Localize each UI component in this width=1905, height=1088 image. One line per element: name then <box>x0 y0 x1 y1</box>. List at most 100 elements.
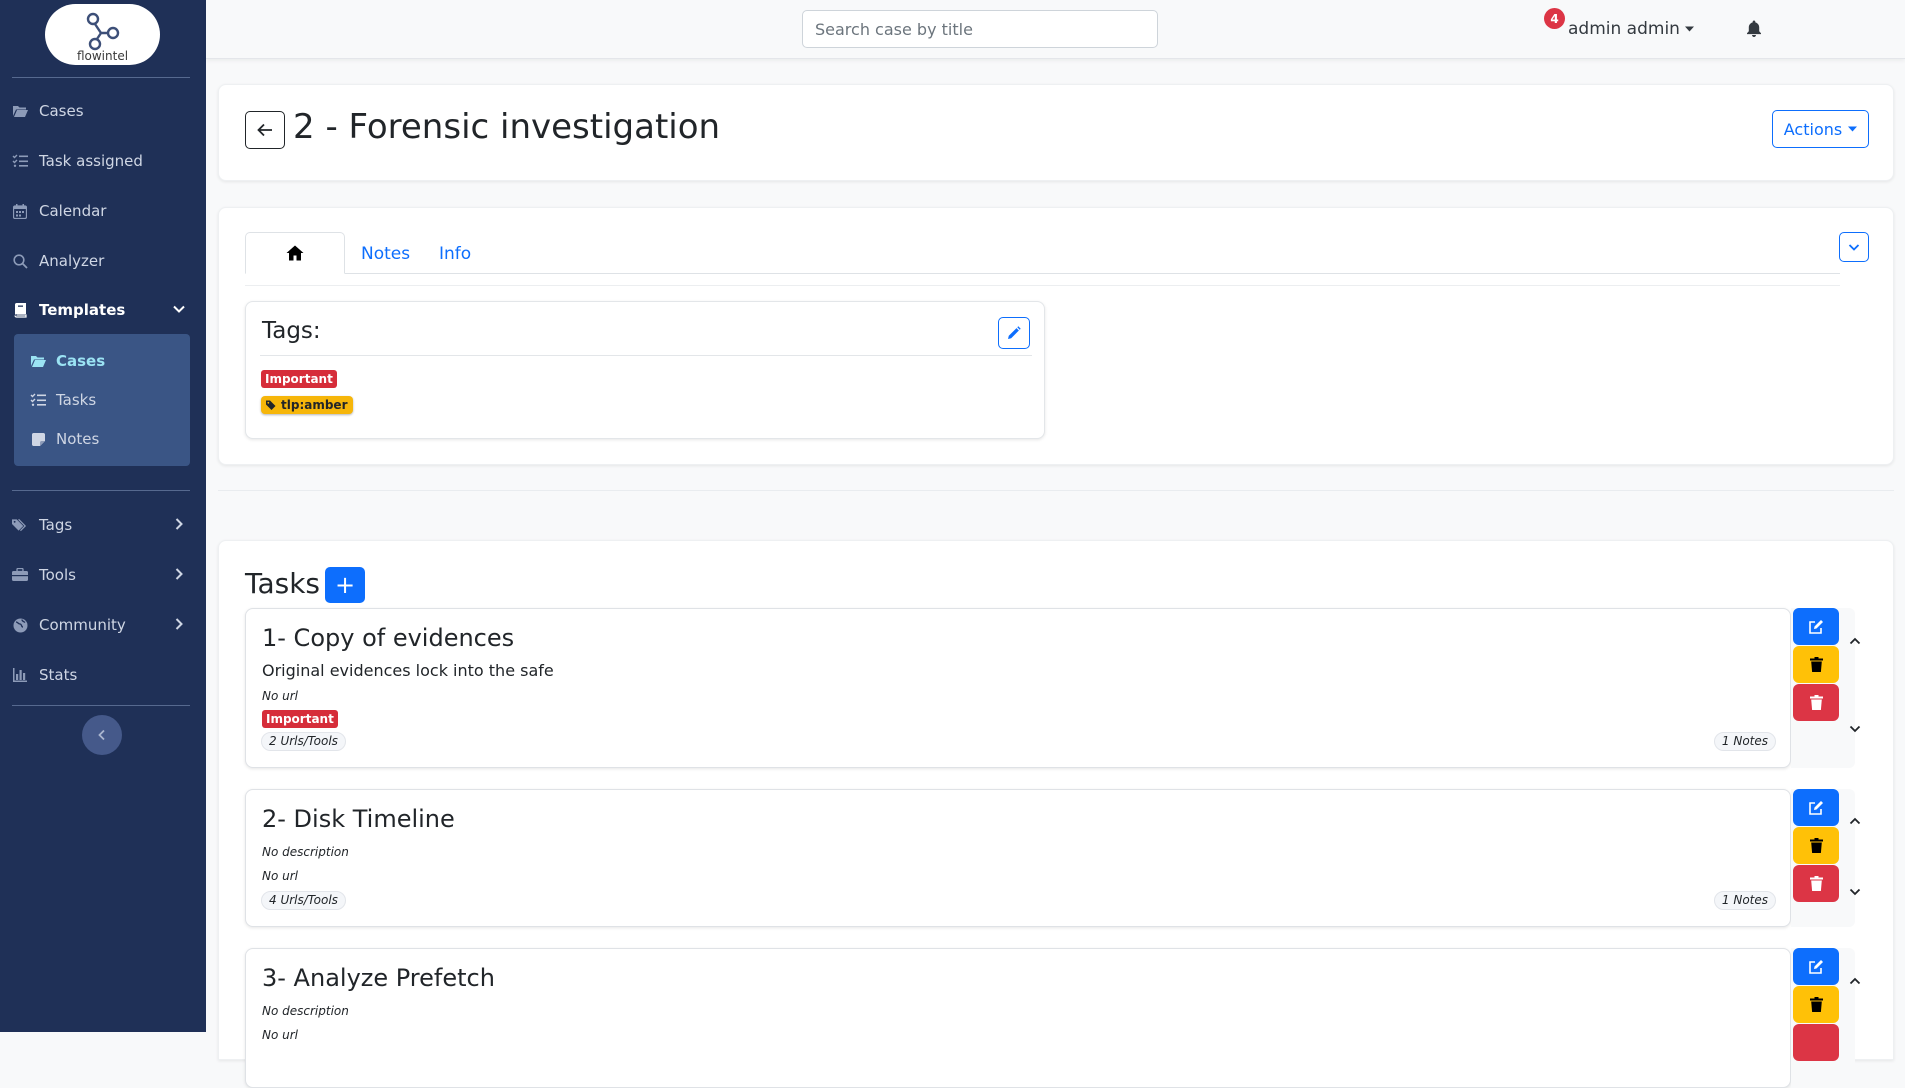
submenu-item-notes[interactable]: Notes <box>30 424 99 454</box>
edit-icon <box>1809 959 1823 974</box>
edit-tags-button[interactable] <box>998 317 1030 349</box>
complete-task-button[interactable] <box>1793 646 1839 683</box>
book-icon <box>12 302 28 318</box>
user-name: admin admin <box>1568 19 1680 39</box>
task-urls-tools: 4 Urls/Tools <box>261 891 346 910</box>
task-urls-tools: 2 Urls/Tools <box>261 732 346 751</box>
sidebar-item-templates[interactable]: Templates <box>12 292 194 328</box>
delete-task-button[interactable] <box>1793 865 1839 902</box>
task-url: No url <box>262 1028 299 1042</box>
chevron-right-icon <box>172 617 186 635</box>
sidebar-divider <box>12 77 190 78</box>
sidebar-item-tools[interactable]: Tools <box>12 557 194 593</box>
templates-submenu: Cases Tasks Notes <box>14 334 190 466</box>
sidebar-item-analyzer[interactable]: Analyzer <box>12 243 194 279</box>
delete-task-button[interactable] <box>1793 1024 1839 1061</box>
edit-task-button[interactable] <box>1793 948 1839 985</box>
trash-icon <box>1809 997 1823 1012</box>
tags-card: Tags: Important tlp:amber <box>245 301 1045 439</box>
tag-badge-tlp-amber: tlp:amber <box>261 396 353 414</box>
tag-badge-label: tlp:amber <box>281 398 348 412</box>
tab-notes[interactable]: Notes <box>361 244 410 264</box>
globe-icon <box>12 617 28 633</box>
sidebar-item-cases[interactable]: Cases <box>12 93 194 129</box>
tasks-title: Tasks <box>245 567 321 600</box>
bell-icon[interactable] <box>1746 20 1762 37</box>
move-task-down-button[interactable] <box>1845 882 1865 902</box>
tabs-border <box>245 273 1840 274</box>
tags-divider <box>260 355 1032 356</box>
submenu-item-label: Cases <box>56 352 106 370</box>
task-card[interactable]: 3- Analyze Prefetch No description No ur… <box>245 948 1791 1088</box>
task-title: 3- Analyze Prefetch <box>262 964 495 992</box>
sidebar-item-calendar[interactable]: Calendar <box>12 193 194 229</box>
user-menu[interactable]: admin admin <box>1568 19 1694 39</box>
add-task-button[interactable]: + <box>325 567 365 603</box>
move-task-up-button[interactable] <box>1845 631 1865 651</box>
task-description: No description <box>262 1004 349 1018</box>
sidebar-divider <box>12 705 190 706</box>
actions-dropdown-button[interactable]: Actions <box>1772 110 1869 148</box>
task-title: 1- Copy of evidences <box>262 624 515 652</box>
submenu-item-cases[interactable]: Cases <box>30 346 105 376</box>
trash-icon <box>1809 876 1823 891</box>
sidebar-item-label: Templates <box>39 301 126 319</box>
sidebar-item-label: Task assigned <box>39 152 143 170</box>
tags-title: Tags: <box>262 318 321 344</box>
logo[interactable]: flowintel <box>45 4 160 65</box>
sidebar-item-label: Calendar <box>39 202 107 220</box>
task-card[interactable]: 2- Disk Timeline No description No url 4… <box>245 789 1791 927</box>
sidebar-item-task-assigned[interactable]: Task assigned <box>12 143 194 179</box>
tab-home[interactable] <box>245 232 345 274</box>
folder-open-icon <box>12 103 28 119</box>
chevron-down-icon <box>1848 244 1860 251</box>
edit-task-button[interactable] <box>1793 789 1839 826</box>
list-check-icon <box>12 153 28 169</box>
move-task-down-button[interactable] <box>1845 719 1865 739</box>
tag-icon <box>266 400 276 410</box>
trash-icon <box>1809 695 1823 710</box>
task-notes-count: 1 Notes <box>1713 732 1776 751</box>
back-button[interactable] <box>245 111 285 149</box>
case-header-card: 2 - Forensic investigation Actions <box>218 84 1894 181</box>
home-icon <box>286 245 304 261</box>
case-info-card: Notes Info Tags: Important tlp:amber <box>218 207 1894 465</box>
sidebar-divider <box>12 490 190 491</box>
chevron-down-icon <box>1849 888 1861 896</box>
chevron-up-icon <box>1849 817 1861 825</box>
task-url: No url <box>262 689 299 703</box>
tab-info[interactable]: Info <box>439 244 471 264</box>
complete-task-button[interactable] <box>1793 986 1839 1023</box>
chevron-left-icon <box>98 729 105 741</box>
edit-task-button[interactable] <box>1793 608 1839 645</box>
task-card[interactable]: 1- Copy of evidences Original evidences … <box>245 608 1791 768</box>
sidebar-item-stats[interactable]: Stats <box>12 657 194 693</box>
task-title: 2- Disk Timeline <box>262 805 455 833</box>
task-tag-badge: Important <box>262 710 338 728</box>
sidebar-collapse-button[interactable] <box>82 715 122 755</box>
trash-icon <box>1809 657 1823 672</box>
search-input[interactable] <box>802 10 1158 48</box>
caret-down-icon <box>1848 126 1858 132</box>
delete-task-button[interactable] <box>1793 684 1839 721</box>
folder-open-icon <box>30 353 46 369</box>
chevron-up-icon <box>1849 977 1861 985</box>
section-divider <box>218 490 1894 491</box>
move-task-up-button[interactable] <box>1845 971 1865 991</box>
sidebar: flowintel Cases Task assigned Calendar A… <box>0 0 206 1032</box>
submenu-item-label: Tasks <box>56 391 97 409</box>
notification-badge[interactable]: 4 <box>1544 8 1565 29</box>
arrow-left-icon <box>257 123 272 137</box>
page-title: 2 - Forensic investigation <box>293 107 721 147</box>
actions-label: Actions <box>1783 119 1843 139</box>
sidebar-item-label: Tags <box>39 516 73 534</box>
submenu-item-tasks[interactable]: Tasks <box>30 385 96 415</box>
sidebar-item-community[interactable]: Community <box>12 607 194 643</box>
collapse-toggle-button[interactable] <box>1839 232 1869 262</box>
pencil-icon <box>1008 326 1021 339</box>
sidebar-item-tags[interactable]: Tags <box>12 507 194 543</box>
complete-task-button[interactable] <box>1793 827 1839 864</box>
move-task-up-button[interactable] <box>1845 811 1865 831</box>
sidebar-item-label: Community <box>39 616 126 634</box>
sidebar-item-label: Stats <box>39 666 78 684</box>
